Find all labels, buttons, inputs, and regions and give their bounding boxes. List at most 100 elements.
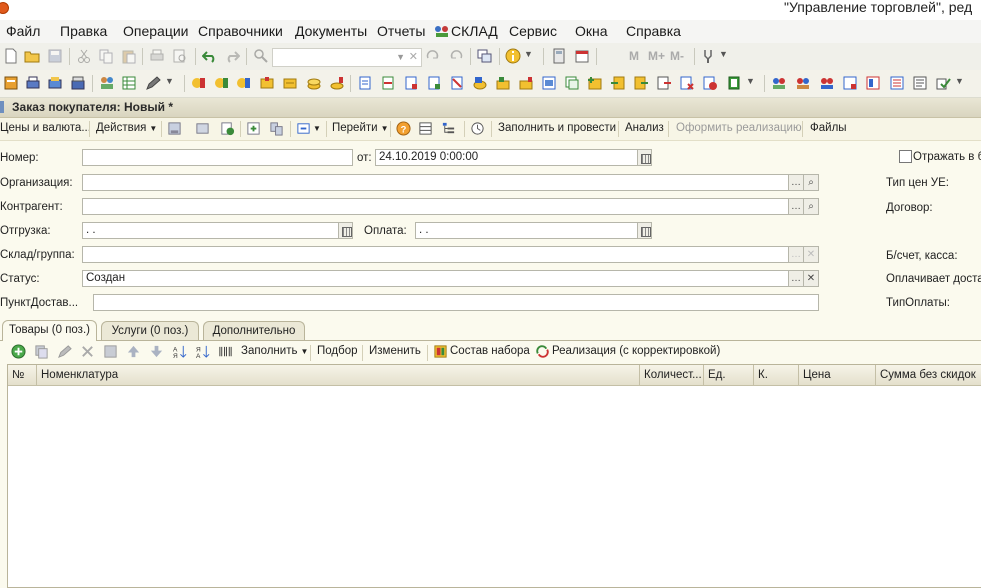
kit-icon[interactable]: [433, 344, 448, 359]
help-icon[interactable]: ?: [396, 121, 411, 136]
status-clear-icon[interactable]: ✕: [804, 270, 819, 287]
structure-icon[interactable]: [269, 121, 284, 136]
payment-calendar-button[interactable]: [638, 222, 652, 239]
doc-check-icon[interactable]: [702, 75, 718, 91]
doc-return-icon[interactable]: [426, 75, 442, 91]
shipment-calendar-button[interactable]: [339, 222, 353, 239]
edit-row-icon[interactable]: [57, 344, 72, 359]
cash-register-icon[interactable]: [70, 75, 86, 91]
doc-writeoff-icon[interactable]: [449, 75, 465, 91]
report-users-icon[interactable]: [771, 75, 787, 91]
tab-services[interactable]: Услуги (0 поз.): [101, 321, 199, 340]
menu-windows[interactable]: Окна: [575, 23, 608, 39]
move-up-icon[interactable]: [126, 344, 141, 359]
edit-pen-icon[interactable]: [145, 75, 161, 91]
doc-cash-icon[interactable]: [495, 75, 511, 91]
paste-icon[interactable]: [121, 48, 137, 64]
column-header-number[interactable]: №: [8, 365, 37, 385]
search-icon[interactable]: [253, 48, 269, 64]
sale-correction-icon[interactable]: [535, 344, 550, 359]
organization-select-button[interactable]: …: [789, 174, 804, 191]
chevron-down-icon[interactable]: ▼: [165, 76, 174, 86]
customer-order-icon[interactable]: [236, 75, 252, 91]
settings-icon[interactable]: [700, 48, 716, 64]
users-icon[interactable]: [99, 75, 115, 91]
report-list-icon[interactable]: [889, 75, 905, 91]
chevron-down-icon[interactable]: ▼: [719, 49, 728, 59]
copy-icon[interactable]: [98, 48, 114, 64]
memory-sub-button[interactable]: M-: [670, 49, 684, 63]
find-next-icon[interactable]: [425, 48, 441, 64]
fill-menu-button[interactable]: Заполнить ▼: [241, 345, 308, 357]
warehouse-clear-icon[interactable]: ✕: [804, 246, 819, 263]
end-edit-icon[interactable]: [103, 344, 118, 359]
form-icon[interactable]: [195, 121, 210, 136]
windows-icon[interactable]: [477, 48, 493, 64]
counterparty-search-icon[interactable]: ⌕: [804, 198, 819, 215]
cut-icon[interactable]: [76, 48, 92, 64]
barcode-icon[interactable]: [218, 344, 233, 359]
reflect-checkbox[interactable]: [899, 150, 912, 163]
chevron-down-icon[interactable]: ▼: [313, 124, 321, 133]
report-clients-icon[interactable]: [819, 75, 835, 91]
journal-icon[interactable]: [3, 75, 19, 91]
doc-bank-icon[interactable]: [518, 75, 534, 91]
doc-money-icon[interactable]: [472, 75, 488, 91]
print-icon[interactable]: [149, 48, 165, 64]
menu-warehouse[interactable]: СКЛАД: [434, 23, 498, 39]
chevron-down-icon[interactable]: ▼: [524, 49, 533, 59]
analysis-button[interactable]: Анализ: [625, 122, 664, 134]
memory-add-button[interactable]: M+: [648, 49, 665, 63]
tab-additional[interactable]: Дополнительно: [203, 321, 305, 340]
invoice-icon[interactable]: [259, 75, 275, 91]
menu-documents[interactable]: Документы: [295, 23, 367, 39]
report-finance-icon[interactable]: [865, 75, 881, 91]
history-icon[interactable]: [470, 121, 485, 136]
chevron-down-icon[interactable]: ▼: [955, 76, 964, 86]
add-row-icon[interactable]: [220, 121, 235, 136]
date-field[interactable]: 24.10.2019 0:00:00: [375, 149, 638, 166]
report-text-icon[interactable]: [912, 75, 928, 91]
based-on-icon[interactable]: [246, 121, 261, 136]
hierarchy-icon[interactable]: [441, 121, 456, 136]
make-sale-button[interactable]: Оформить реализацию: [676, 122, 802, 134]
menu-service[interactable]: Сервис: [509, 23, 557, 39]
column-header-unit[interactable]: Ед.: [704, 365, 754, 385]
spreadsheet-icon[interactable]: [726, 75, 742, 91]
menu-operations[interactable]: Операции: [123, 23, 189, 39]
delete-row-icon[interactable]: [80, 344, 95, 359]
sale-correction-button[interactable]: Реализация (с корректировкой): [552, 345, 720, 357]
doc-move-icon[interactable]: [656, 75, 672, 91]
report-check-icon[interactable]: [935, 75, 951, 91]
doc-add-icon[interactable]: [587, 75, 603, 91]
sort-desc-icon[interactable]: ЯA: [195, 344, 210, 359]
payment-icon[interactable]: [329, 75, 345, 91]
doc-cancel-icon[interactable]: [679, 75, 695, 91]
sort-asc-icon[interactable]: AЯ: [172, 344, 187, 359]
add-icon[interactable]: [11, 344, 26, 359]
post-document-icon[interactable]: [167, 121, 182, 136]
column-header-sum[interactable]: Сумма без скидок: [876, 365, 981, 385]
number-field[interactable]: [82, 149, 353, 166]
report-stock-icon[interactable]: [842, 75, 858, 91]
doc-outgoing-icon[interactable]: [633, 75, 649, 91]
search-combo[interactable]: ▼ ✕: [272, 48, 422, 67]
column-header-price[interactable]: Цена: [799, 365, 876, 385]
undo-icon[interactable]: [202, 48, 218, 64]
movements-icon[interactable]: [296, 121, 311, 136]
copy-row-icon[interactable]: [34, 344, 49, 359]
register-icon[interactable]: [47, 75, 63, 91]
status-select-button[interactable]: …: [789, 270, 804, 287]
info-icon[interactable]: [505, 48, 521, 64]
new-document-icon[interactable]: [3, 48, 19, 64]
printer-doc-icon[interactable]: [25, 75, 41, 91]
delivery-point-field[interactable]: [93, 294, 819, 311]
doc-receipt-icon[interactable]: [357, 75, 373, 91]
coins-icon[interactable]: [306, 75, 322, 91]
shipment-date-field[interactable]: . .: [82, 222, 339, 239]
memory-m-button[interactable]: M: [629, 49, 639, 63]
menu-reports[interactable]: Отчеты: [377, 23, 425, 39]
counterparty-select-button[interactable]: …: [789, 198, 804, 215]
column-header-quantity[interactable]: Количест...: [640, 365, 704, 385]
tab-goods[interactable]: Товары (0 поз.): [2, 320, 97, 341]
